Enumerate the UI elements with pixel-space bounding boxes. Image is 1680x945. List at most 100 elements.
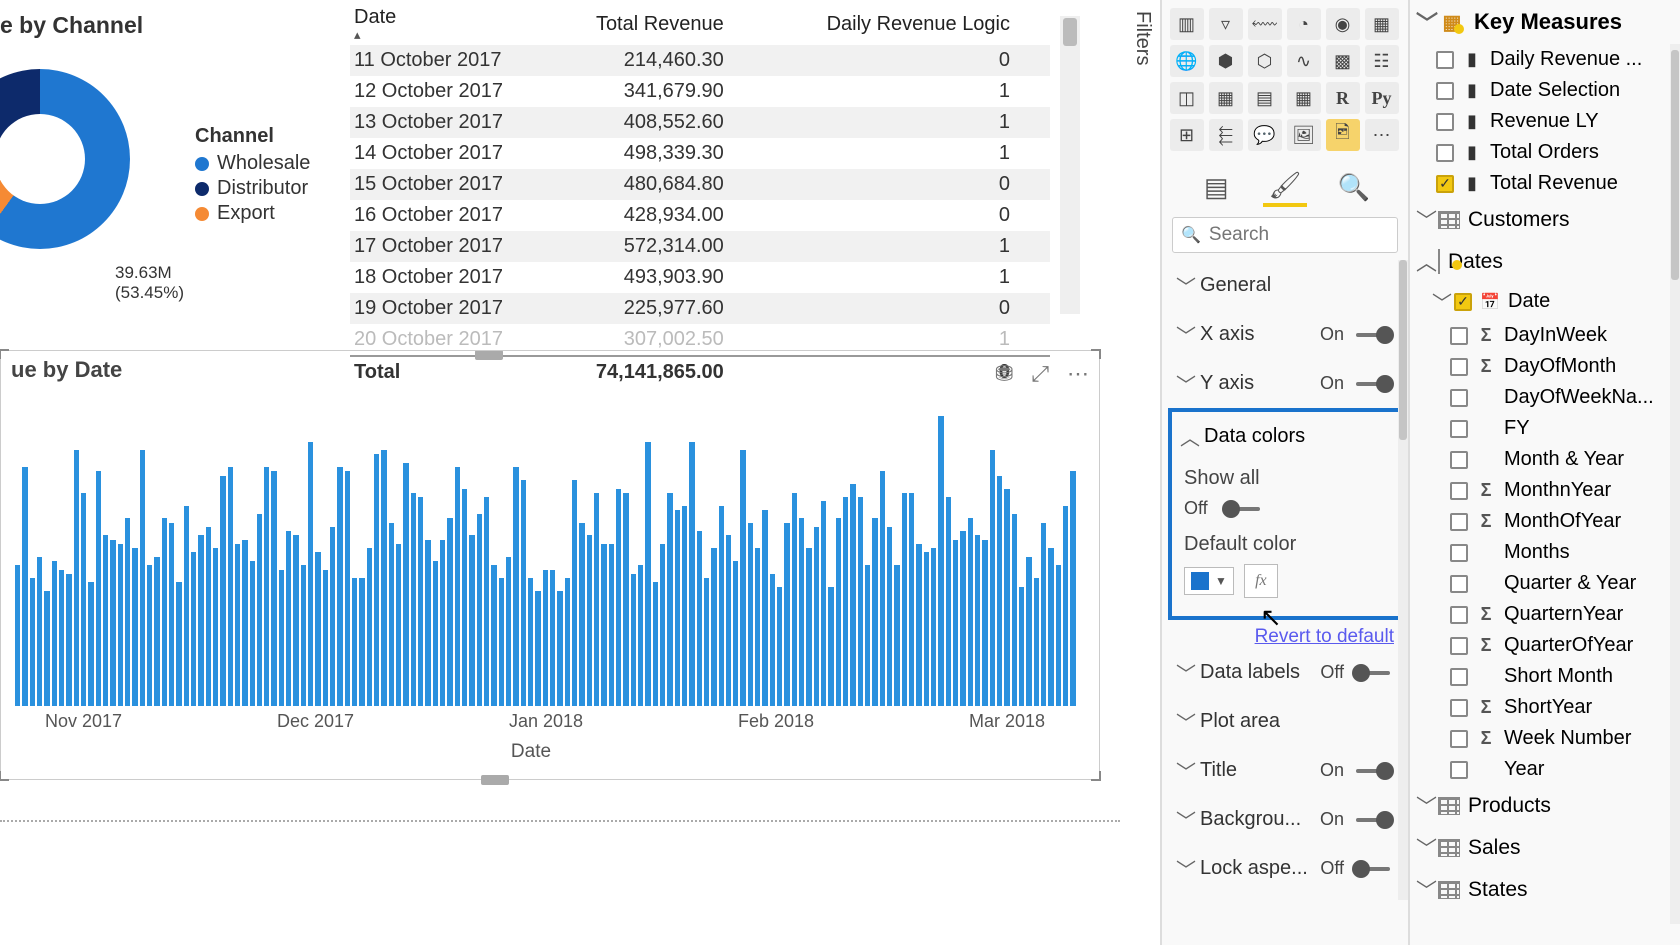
bar[interactable]	[858, 497, 863, 706]
bar[interactable]	[748, 523, 753, 706]
bar[interactable]	[792, 493, 797, 706]
data-colors-label[interactable]: Data colors	[1204, 425, 1305, 448]
bar[interactable]	[59, 570, 64, 706]
bar[interactable]	[872, 518, 877, 706]
bar[interactable]	[543, 570, 548, 706]
bar[interactable]	[1019, 587, 1024, 706]
table-row[interactable]: 13 October 2017408,552.601	[350, 107, 1050, 138]
viz-type-tile[interactable]: R	[1326, 82, 1360, 114]
bar[interactable]	[814, 527, 819, 706]
bar[interactable]	[37, 557, 42, 706]
bar[interactable]	[66, 574, 71, 706]
filters-pane-tab[interactable]: Filters	[1124, 0, 1154, 70]
bar[interactable]	[587, 535, 592, 706]
bar[interactable]	[323, 570, 328, 706]
viz-type-tile[interactable]: ⬱	[1209, 119, 1243, 151]
viz-type-tile[interactable]: ⋯	[1365, 119, 1399, 151]
legend-item[interactable]: Wholesale	[195, 152, 310, 175]
bar[interactable]	[990, 450, 995, 706]
field-item[interactable]: Year	[1424, 754, 1680, 785]
bar[interactable]	[140, 450, 145, 706]
field-item[interactable]: Week Number	[1424, 723, 1680, 754]
bar[interactable]	[44, 591, 49, 706]
field-item[interactable]: FY	[1424, 413, 1680, 444]
bar[interactable]	[755, 548, 760, 706]
field-item[interactable]: Revenue LY	[1410, 106, 1680, 137]
bar[interactable]	[118, 544, 123, 706]
bar[interactable]	[389, 523, 394, 706]
table-row[interactable]: 15 October 2017480,684.800	[350, 169, 1050, 200]
bar[interactable]	[521, 480, 526, 706]
field-checkbox[interactable]	[1450, 358, 1468, 376]
more-options-icon[interactable]: ⋯	[1067, 361, 1089, 387]
bar[interactable]	[902, 493, 907, 706]
bar[interactable]	[777, 587, 782, 706]
table-row[interactable]: 11 October 2017214,460.300	[350, 45, 1050, 76]
bar[interactable]	[513, 467, 518, 706]
format-scrollbar[interactable]	[1398, 260, 1408, 900]
viz-type-tile[interactable]: ⬡	[1248, 45, 1282, 77]
table-scrollbar[interactable]	[1060, 16, 1080, 314]
bar[interactable]	[477, 514, 482, 706]
revert-to-default-link[interactable]: Revert to default	[1162, 620, 1408, 648]
viz-type-tile[interactable]: ⊞	[1170, 119, 1204, 151]
bar[interactable]	[271, 471, 276, 706]
bar[interactable]	[535, 591, 540, 706]
bar[interactable]	[359, 578, 364, 706]
bar[interactable]	[242, 540, 247, 706]
field-item[interactable]: ﹀Date	[1424, 283, 1680, 320]
bar[interactable]	[1063, 506, 1068, 706]
bar[interactable]	[418, 497, 423, 706]
bar[interactable]	[1012, 514, 1017, 706]
bar[interactable]	[88, 582, 93, 706]
bar[interactable]	[770, 574, 775, 706]
section-lock-aspect[interactable]: ﹀Lock aspe... Off	[1162, 844, 1408, 893]
field-checkbox[interactable]	[1436, 82, 1454, 100]
bar[interactable]	[711, 548, 716, 706]
bar[interactable]	[484, 497, 489, 706]
bar[interactable]	[806, 548, 811, 706]
bar[interactable]	[293, 535, 298, 706]
field-item[interactable]: DayOfWeekNa...	[1424, 382, 1680, 413]
bar[interactable]	[726, 535, 731, 706]
fields-scrollbar[interactable]	[1670, 44, 1680, 924]
field-checkbox[interactable]	[1450, 637, 1468, 655]
field-item[interactable]: ShortYear	[1424, 692, 1680, 723]
bar[interactable]	[352, 578, 357, 706]
section-data-labels[interactable]: ﹀Data labels Off	[1162, 648, 1408, 697]
bar[interactable]	[228, 467, 233, 706]
bar[interactable]	[1026, 557, 1031, 706]
bar[interactable]	[462, 489, 467, 707]
conditional-formatting-fx-button[interactable]: fx	[1244, 564, 1278, 598]
table-row[interactable]: 19 October 2017225,977.600	[350, 293, 1050, 324]
bar[interactable]	[631, 574, 636, 706]
bar[interactable]	[264, 467, 269, 706]
table-row[interactable]: 17 October 2017572,314.001	[350, 231, 1050, 262]
bar[interactable]	[15, 565, 20, 706]
field-checkbox[interactable]	[1436, 51, 1454, 69]
toggle-xaxis[interactable]	[1352, 326, 1394, 344]
col-date[interactable]: Date	[350, 0, 548, 45]
bar[interactable]	[345, 471, 350, 706]
bar[interactable]	[616, 489, 621, 707]
bar[interactable]	[916, 544, 921, 706]
bar[interactable]	[638, 565, 643, 706]
field-checkbox[interactable]	[1450, 451, 1468, 469]
bar[interactable]	[762, 510, 767, 706]
fields-tab-icon[interactable]: ▤	[1194, 167, 1238, 207]
bar[interactable]	[30, 578, 35, 706]
viz-type-tile[interactable]: 🖻	[1326, 119, 1360, 151]
viz-type-tile[interactable]: ▦	[1287, 82, 1321, 114]
viz-type-tile[interactable]: ∿	[1287, 45, 1321, 77]
table-row[interactable]: 12 October 2017341,679.901	[350, 76, 1050, 107]
bar[interactable]	[557, 591, 562, 706]
viz-type-tile[interactable]: ▩	[1326, 45, 1360, 77]
bar-plot[interactable]	[15, 406, 1075, 706]
bar[interactable]	[447, 518, 452, 706]
bar[interactable]	[206, 527, 211, 706]
bar[interactable]	[74, 450, 79, 706]
field-item[interactable]: Total Revenue	[1410, 168, 1680, 199]
bar[interactable]	[257, 514, 262, 706]
bar[interactable]	[425, 540, 430, 706]
viz-type-tile[interactable]: ▿	[1209, 8, 1243, 40]
